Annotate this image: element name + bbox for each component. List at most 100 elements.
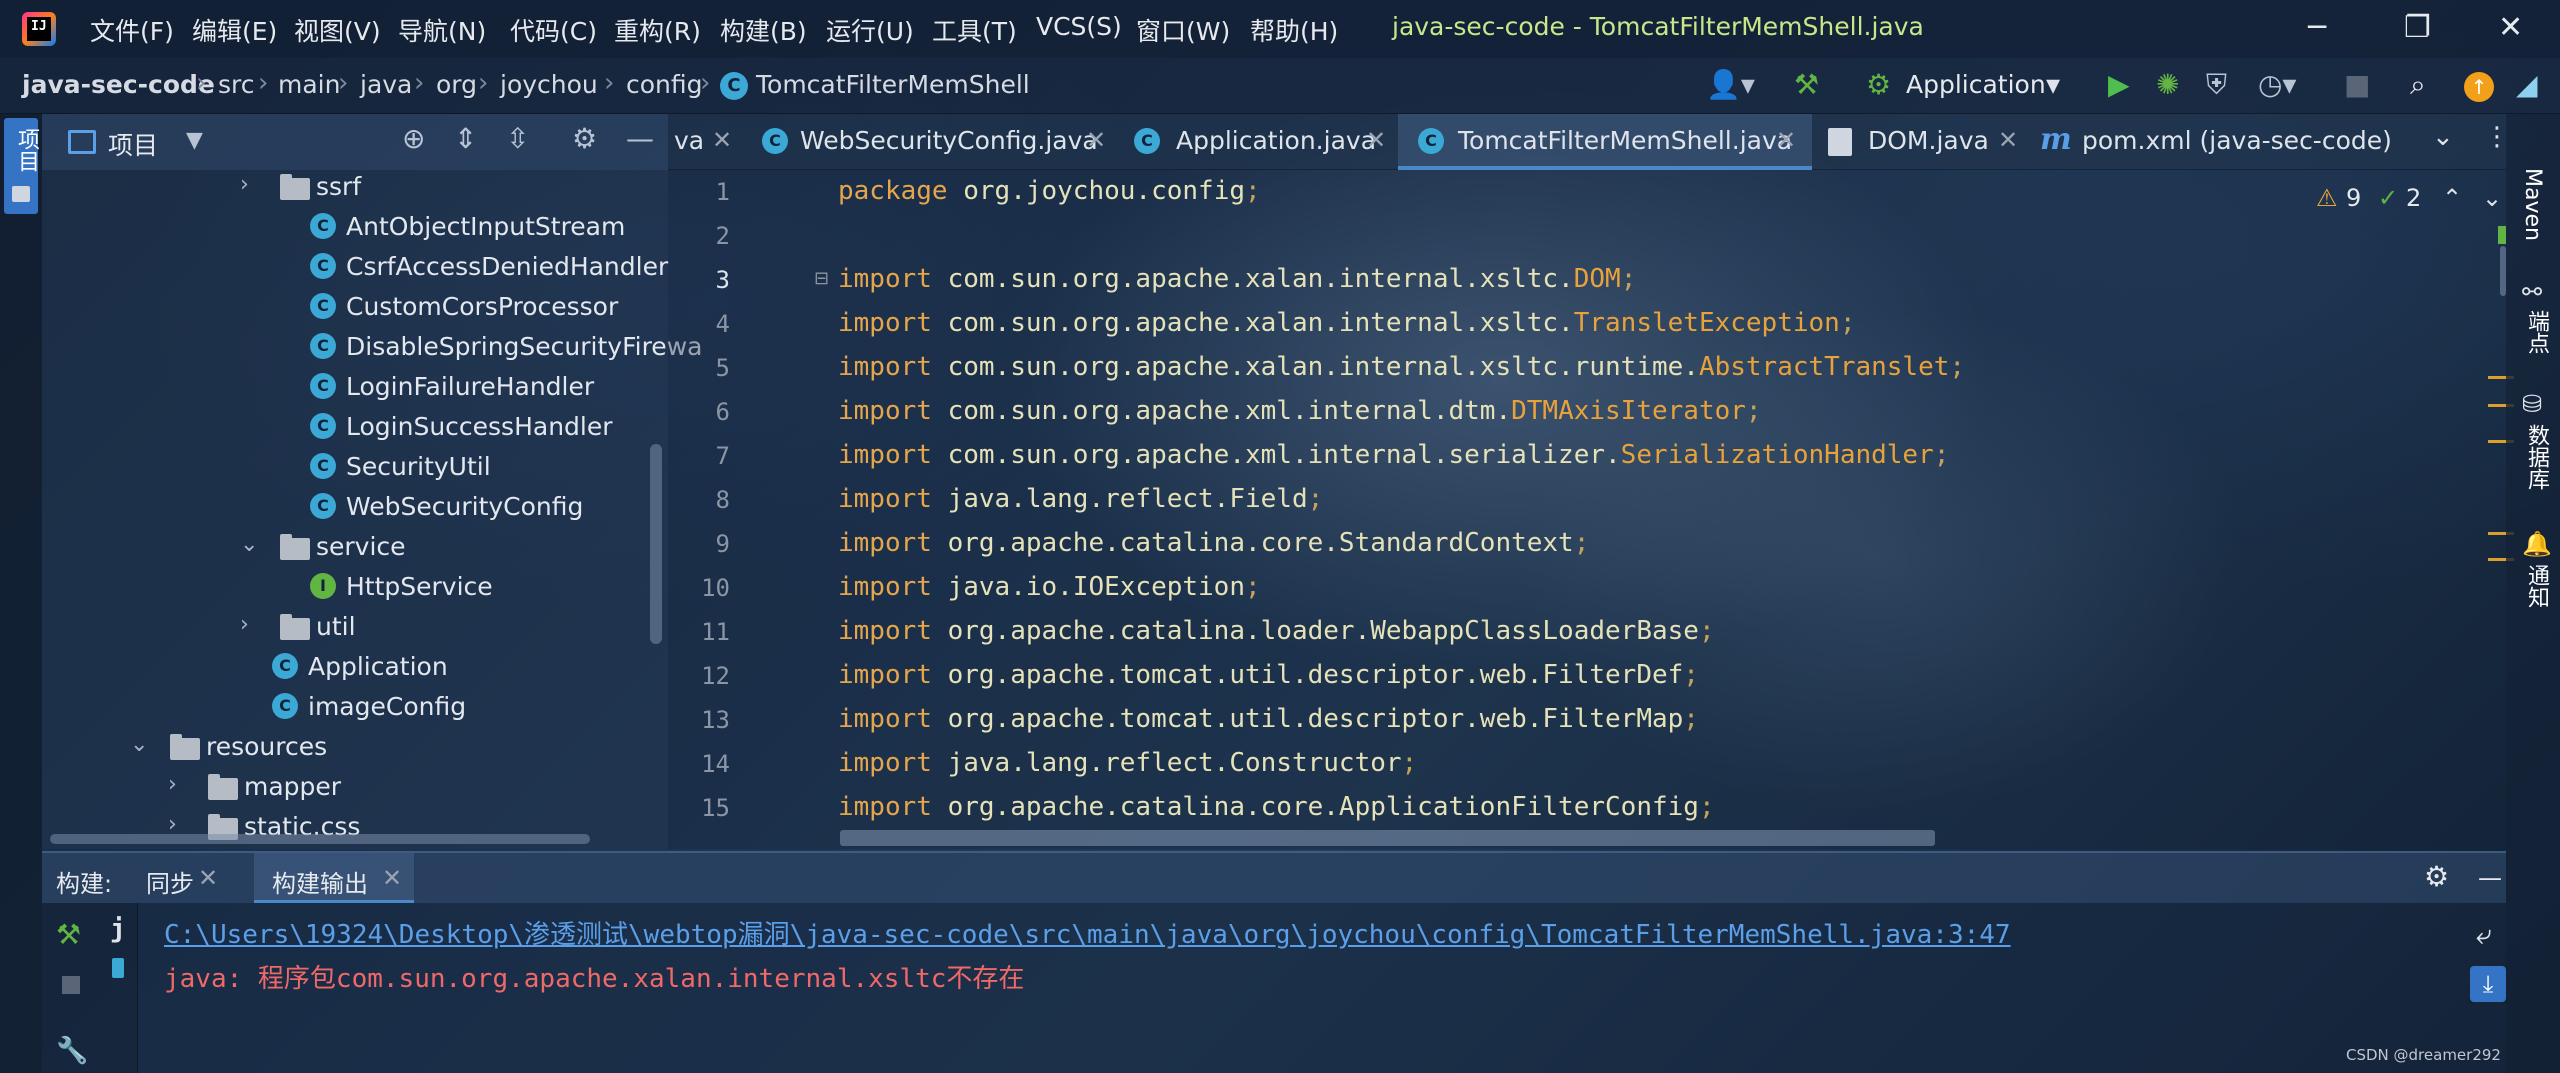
build-tree-root[interactable]: j [110, 914, 126, 944]
fold-marker-icon[interactable]: ⊟ [814, 268, 829, 289]
collapse-all-icon[interactable]: ⇳ [506, 122, 529, 155]
menu-code[interactable]: 代码(C) [510, 12, 597, 48]
hide-icon[interactable]: — [2478, 864, 2502, 892]
tree-item[interactable]: C LoginFailureHandler [0, 366, 660, 406]
breadcrumb-joychou[interactable]: joychou [500, 70, 598, 99]
tab-tomcatfiltermemshell[interactable]: C TomcatFilterMemShell.java ✕ [1398, 114, 1812, 170]
chevron-right-icon[interactable]: › [168, 772, 177, 797]
tree-item[interactable]: › util [0, 606, 660, 646]
menu-view[interactable]: 视图(V) [294, 12, 381, 48]
tree-item[interactable]: C CsrfAccessDeniedHandler [0, 246, 668, 286]
chevron-down-icon[interactable]: ⌄ [2432, 122, 2454, 152]
previous-highlight-icon[interactable]: ⌃ [2442, 184, 2462, 212]
tree-item[interactable]: CimageConfig [0, 686, 660, 726]
breadcrumb-project[interactable]: java-sec-code [22, 70, 215, 99]
editor-horizontal-scrollbar[interactable] [840, 830, 1935, 846]
close-icon[interactable]: ✕ [1366, 126, 1386, 154]
locate-icon[interactable]: ⊕ [402, 122, 425, 155]
build-hammer-icon[interactable]: ⚒ [56, 918, 81, 951]
code-line[interactable]: import org.apache.tomcat.util.descriptor… [838, 704, 1699, 734]
tab-application[interactable]: C Application.java ✕ [1126, 114, 1398, 170]
close-icon[interactable]: ✕ [1998, 126, 2018, 154]
menu-window[interactable]: 窗口(W) [1136, 12, 1230, 48]
stop-icon[interactable]: ■ [2344, 68, 2370, 101]
menu-help[interactable]: 帮助(H) [1250, 12, 1338, 48]
breadcrumb-java[interactable]: java [360, 70, 412, 99]
project-horizontal-scrollbar[interactable] [50, 834, 590, 844]
next-highlight-icon[interactable]: ⌄ [2482, 184, 2502, 212]
maven-tool-label[interactable]: Maven [2520, 168, 2545, 241]
chevron-right-icon[interactable]: › [240, 172, 249, 197]
tree-item[interactable]: › ssrf [0, 166, 660, 206]
user-icon[interactable]: 👤▾ [1706, 68, 1755, 101]
build-tab-output[interactable]: 构建输出 [272, 864, 368, 899]
run-icon[interactable]: ▶ [2108, 68, 2130, 101]
chevron-right-icon[interactable]: › [240, 612, 249, 637]
breadcrumb-config[interactable]: config [626, 70, 703, 99]
menu-navigate[interactable]: 导航(N) [398, 12, 486, 48]
breadcrumb-org[interactable]: org [436, 70, 477, 99]
close-icon[interactable]: ✕ [198, 864, 218, 892]
tab-websecurityconfig[interactable]: C WebSecurityConfig.java ✕ [756, 114, 1126, 170]
code-line[interactable]: import com.sun.org.apache.xml.internal.d… [838, 396, 1762, 426]
chevron-down-icon[interactable]: ▼ [186, 128, 203, 153]
project-scrollbar[interactable] [650, 444, 662, 644]
search-icon[interactable]: ⌕ [2410, 68, 2426, 102]
run-config-selector[interactable]: Application [1906, 70, 2046, 99]
tab-truncated[interactable]: va ✕ [668, 114, 756, 170]
tab-dom[interactable]: DOM.java ✕ [1812, 114, 2026, 170]
database-tool-label[interactable]: 数据库 [2520, 424, 2552, 490]
warning-count[interactable]: 9 [2346, 184, 2361, 212]
chevron-down-icon[interactable]: ⌄ [130, 732, 148, 757]
menu-vcs[interactable]: VCS(S) [1036, 12, 1122, 41]
notifications-tool-label[interactable]: 通知 [2520, 564, 2552, 608]
tree-item[interactable]: C Application [0, 646, 660, 686]
tree-item[interactable]: ⌄ resources [0, 726, 660, 766]
soft-wrap-icon[interactable]: ⤶ [2476, 918, 2492, 952]
build-tab-sync[interactable]: 同步 [146, 864, 194, 899]
menu-build[interactable]: 构建(B) [720, 12, 807, 48]
update-icon[interactable]: ↑ [2464, 72, 2494, 102]
tree-item[interactable]: C LoginSuccessHandler [0, 406, 660, 446]
code-line[interactable]: import com.sun.org.apache.xml.internal.s… [838, 440, 1949, 470]
menu-refactor[interactable]: 重构(R) [614, 12, 701, 48]
coverage-icon[interactable]: ⛨ [2206, 68, 2227, 102]
close-icon[interactable]: ✕ [2498, 10, 2523, 45]
chevron-down-icon[interactable]: ⌄ [240, 532, 258, 557]
gear-icon[interactable]: ⚙ [2424, 860, 2449, 893]
tree-item[interactable]: C WebSecurityConfig [0, 486, 660, 526]
tree-item[interactable]: C SecurityUtil [0, 446, 660, 486]
minimize-icon[interactable]: ─ [2308, 10, 2326, 45]
build-hammer-icon[interactable]: ⚒ [1794, 68, 1819, 101]
tree-item[interactable]: C DisableSpringSecurityFirewa [0, 326, 702, 366]
restore-icon[interactable]: ❐ [2404, 10, 2431, 45]
code-line[interactable]: import java.lang.reflect.Field; [838, 484, 1323, 514]
tree-item[interactable]: C AntObjectInputStream [0, 206, 660, 246]
hide-icon[interactable]: — [626, 122, 654, 155]
plugin-logo-icon[interactable]: ◢ [2516, 68, 2538, 101]
error-message-line[interactable]: java: 程序包com.sun.org.apache.xalan.intern… [164, 958, 1024, 995]
code-line[interactable]: import com.sun.org.apache.xalan.internal… [838, 352, 1965, 382]
code-line[interactable]: import org.apache.tomcat.util.descriptor… [838, 660, 1699, 690]
tree-item[interactable]: I HttpService [0, 566, 660, 606]
menu-tools[interactable]: 工具(T) [932, 12, 1017, 48]
error-location-link[interactable]: C:\Users\19324\Desktop\渗透测试\webtop漏洞\jav… [164, 914, 2011, 951]
expand-all-icon[interactable]: ⇕ [454, 122, 477, 155]
code-line[interactable]: import org.apache.catalina.loader.Webapp… [838, 616, 1715, 646]
menu-file[interactable]: 文件(F) [90, 12, 174, 48]
tab-pom[interactable]: m pom.xml (java-sec-code) [2026, 114, 2426, 170]
breadcrumb-class[interactable]: TomcatFilterMemShell [756, 70, 1030, 99]
code-line[interactable]: import java.lang.reflect.Constructor; [838, 748, 1417, 778]
code-line[interactable]: import org.apache.catalina.core.Applicat… [838, 792, 1715, 822]
menu-run[interactable]: 运行(U) [826, 12, 914, 48]
close-icon[interactable]: ✕ [1776, 126, 1796, 154]
wrench-icon[interactable]: 🔧 [56, 1036, 88, 1066]
gear-icon[interactable]: ⚙ [572, 122, 597, 155]
code-line[interactable]: import java.io.IOException; [838, 572, 1261, 602]
code-line[interactable]: import com.sun.org.apache.xalan.internal… [838, 264, 1636, 294]
code-line[interactable]: import org.apache.catalina.core.Standard… [838, 528, 1589, 558]
profiler-icon[interactable]: ◷▾ [2258, 68, 2297, 101]
breadcrumb-src[interactable]: src [218, 70, 255, 99]
close-icon[interactable]: ✕ [712, 126, 732, 154]
close-icon[interactable]: ✕ [382, 864, 402, 892]
